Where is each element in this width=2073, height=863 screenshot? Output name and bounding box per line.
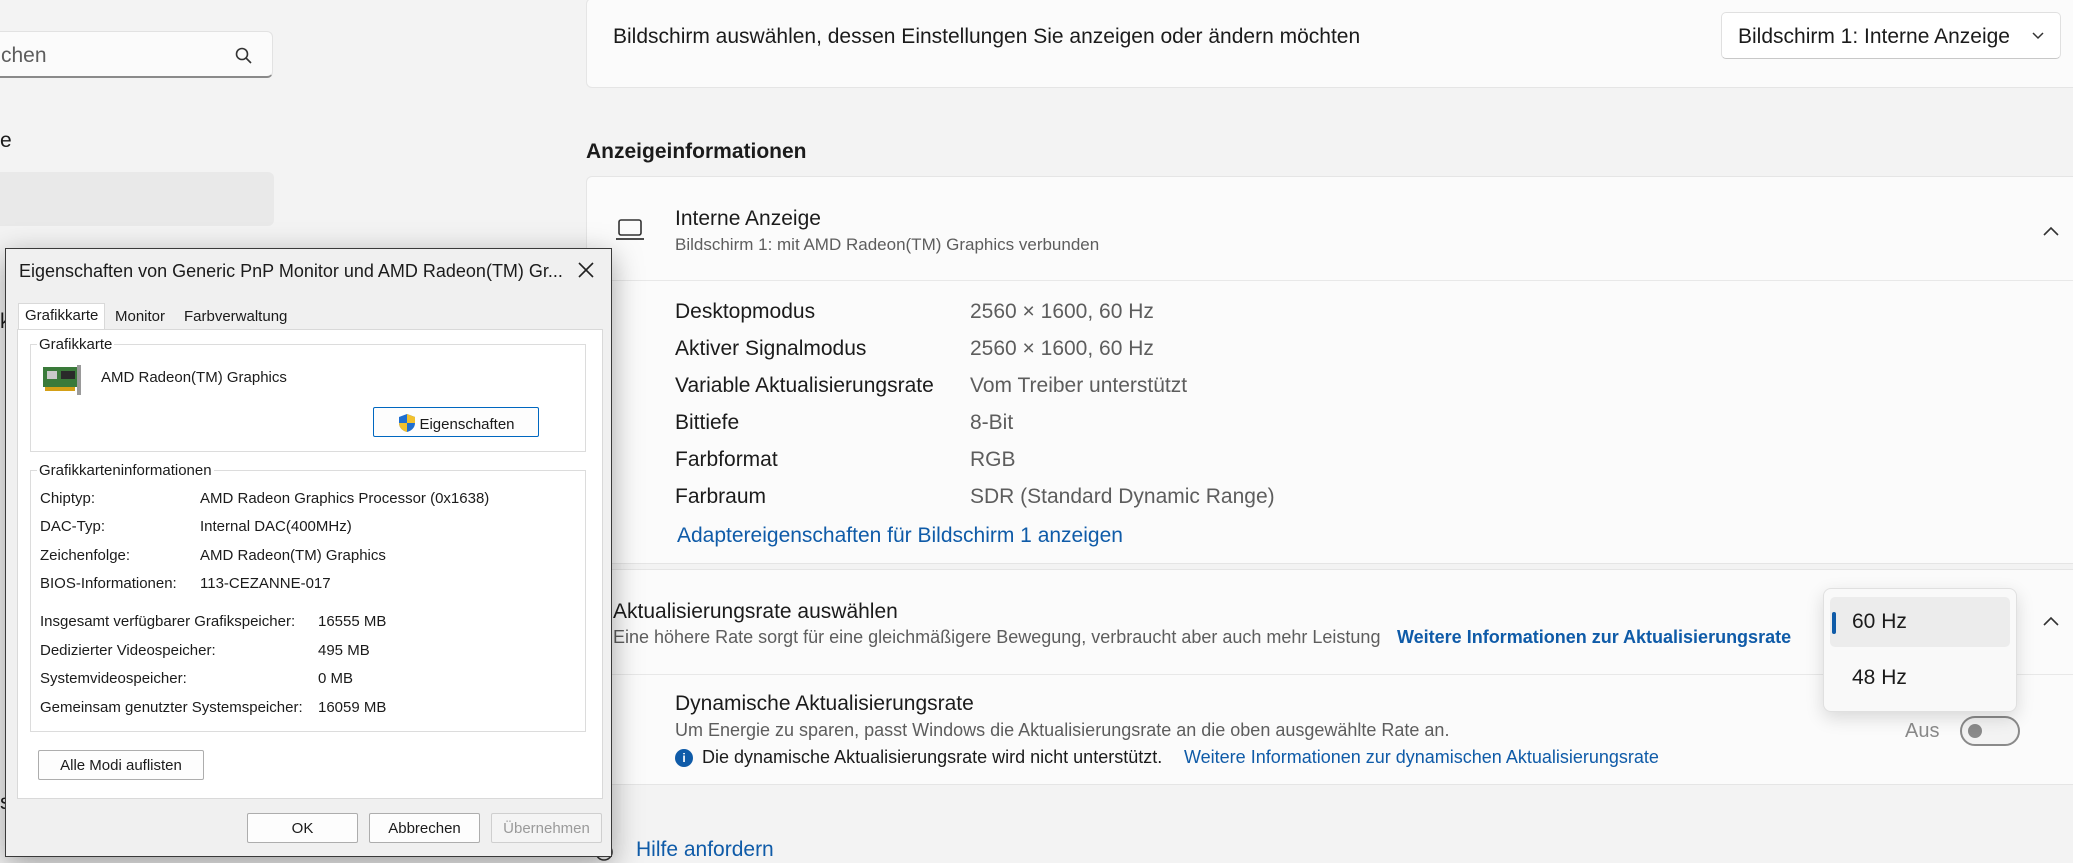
memory-label: Insgesamt verfügbarer Grafikspeicher: [40,613,296,630]
refresh-rate-option[interactable]: 60 Hz [1830,597,2010,647]
close-icon[interactable] [575,259,597,281]
refresh-rate-info-link[interactable]: Weitere Informationen zur Aktualisierung… [1397,627,1791,648]
memory-value: 16555 MB [318,613,387,630]
tab-grafikkarte[interactable]: Grafikkarte [18,303,106,329]
sidebar-item-fragment[interactable]: e [0,129,12,153]
info-value: 113-CEZANNE-017 [200,575,331,592]
adapter-group-title: Grafikkarte [37,336,115,353]
chevron-down-icon [2032,32,2044,40]
search-icon[interactable] [234,46,254,66]
info-label: BIOS-Informationen: [40,575,177,592]
info-value: AMD Radeon(TM) Graphics [200,547,386,564]
info-label: Zeichenfolge: [40,547,131,564]
properties-button[interactable]: Eigenschaften [373,407,539,437]
info-row-value: SDR (Standard Dynamic Range) [970,485,1275,508]
adapter-name: AMD Radeon(TM) Graphics [101,369,287,386]
display-name: Interne Anzeige [675,207,821,230]
info-row-label: Variable Aktualisierungsrate [675,374,934,397]
dynamic-rate-toggle[interactable] [1960,716,2020,746]
dynamic-rate-info-link[interactable]: Weitere Informationen zur dynamischen Ak… [1184,747,1659,768]
sidebar-item-active[interactable] [0,172,274,226]
dynamic-rate-not-supported: Die dynamische Aktualisierungsrate wird … [702,747,1163,767]
info-row-value: 2560 × 1600, 60 Hz [970,300,1154,323]
dialog-title-bar[interactable]: Eigenschaften von Generic PnP Monitor un… [6,249,611,293]
dialog-title: Eigenschaften von Generic PnP Monitor un… [19,261,563,281]
section-title: Anzeigeinformationen [586,140,807,163]
cancel-button[interactable]: Abbrechen [369,813,480,843]
search-input[interactable]: chen [1,44,47,68]
info-value: Internal DAC(400MHz) [200,518,352,535]
display-select-label: Bildschirm auswählen, dessen Einstellung… [613,25,1361,48]
adapter-group: Grafikkarte AMD Radeon(TM) Graphics Eige… [30,336,586,452]
dynamic-rate-desc: Um Energie zu sparen, passt Windows die … [675,720,1450,740]
info-row-label: Farbraum [675,485,767,508]
memory-value: 495 MB [318,642,370,659]
laptop-icon [616,219,644,240]
divider [587,280,2073,281]
tab-panel: Grafikkarte AMD Radeon(TM) Graphics Eige… [17,329,603,799]
display-info-card: Interne Anzeige Bildschirm 1: mit AMD Ra… [586,176,2073,564]
info-label: Chiptyp: [40,490,96,507]
toggle-state-label: Aus [1905,720,1940,742]
chevron-up-icon[interactable] [2042,225,2060,237]
adapter-info-group: Grafikkarteninformationen Chiptyp: AMD R… [30,462,586,732]
dynamic-rate-title: Dynamische Aktualisierungsrate [675,692,974,715]
info-row-value: RGB [970,448,1016,471]
graphics-card-icon [43,365,81,395]
info-row-label: Aktiver Signalmodus [675,337,867,360]
adapter-properties-dialog: Eigenschaften von Generic PnP Monitor un… [5,248,612,857]
memory-label: Systemvideospeicher: [40,670,187,687]
refresh-rate-dropdown-menu: 60 Hz 48 Hz [1823,588,2017,712]
toggle-knob [1968,724,1982,738]
memory-label: Dedizierter Videospeicher: [40,642,216,659]
display-dropdown[interactable]: Bildschirm 1: Interne Anzeige [1721,12,2061,59]
refresh-rate-option-label: 60 Hz [1852,610,1907,633]
shield-icon [399,414,416,432]
apply-button: Übernehmen [491,813,602,843]
memory-label: Gemeinsam genutzter Systemspeicher: [40,699,303,716]
info-row-value: Vom Treiber unterstützt [970,374,1188,397]
ok-button[interactable]: OK [247,813,358,843]
info-icon: i [675,749,693,767]
selection-indicator [1832,612,1836,634]
adapter-info-group-title: Grafikkarteninformationen [37,462,214,479]
adapter-properties-link[interactable]: Adaptereigenschaften für Bildschirm 1 an… [677,524,1123,548]
list-all-modes-button[interactable]: Alle Modi auflisten [38,750,204,780]
display-dropdown-value: Bildschirm 1: Interne Anzeige [1738,25,2010,48]
info-row-label: Desktopmodus [675,300,816,323]
tab-farbverwaltung[interactable]: Farbverwaltung [178,305,293,329]
search-box[interactable]: chen [0,31,273,78]
refresh-rate-option-label: 48 Hz [1852,666,1907,689]
info-label: DAC-Typ: [40,518,106,535]
refresh-rate-desc: Eine höhere Rate sorgt für eine gleichmä… [613,627,1381,647]
info-row-value: 8-Bit [970,411,1014,434]
help-link[interactable]: Hilfe anfordern [636,838,774,862]
refresh-rate-title: Aktualisierungsrate auswählen [613,600,898,623]
info-value: AMD Radeon Graphics Processor (0x1638) [200,490,490,507]
refresh-rate-option[interactable]: 48 Hz [1830,653,2010,703]
chevron-up-icon[interactable] [2042,615,2060,627]
info-row-label: Farbformat [675,448,778,471]
memory-value: 0 MB [318,670,354,687]
display-subtitle: Bildschirm 1: mit AMD Radeon(TM) Graphic… [675,235,1100,254]
info-row-label: Bittiefe [675,411,740,434]
display-select-card: Bildschirm auswählen, dessen Einstellung… [586,0,2073,88]
memory-value: 16059 MB [318,699,387,716]
properties-button-label: Eigenschaften [419,416,515,433]
info-row-value: 2560 × 1600, 60 Hz [970,337,1154,360]
tab-monitor[interactable]: Monitor [109,305,171,329]
